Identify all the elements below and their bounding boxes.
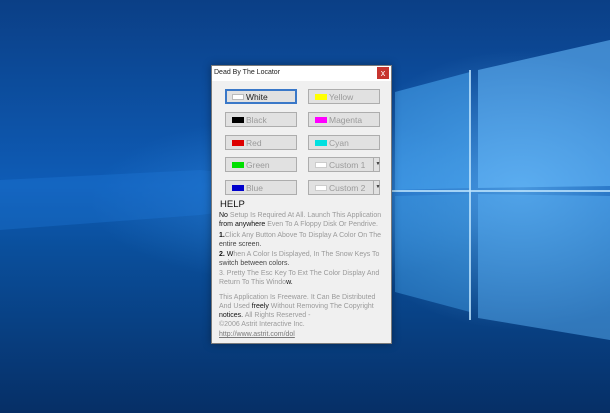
help-line-9: This Application Is Freeware. It Can Be … — [219, 293, 375, 302]
help-text: 2. — [219, 251, 225, 258]
white-swatch — [232, 94, 244, 100]
help-text: ©2006 Astrit Interactive Inc. — [219, 321, 305, 328]
white-button[interactable]: White — [225, 89, 297, 104]
help-text: Without Removing The Copyright — [270, 303, 374, 310]
help-line-10: And Used freely Without Removing The Cop… — [219, 302, 374, 311]
custom-1-swatch — [315, 162, 327, 168]
red-button[interactable]: Red — [225, 135, 297, 150]
help-text: Click Any Button Above To Display A Colo… — [224, 232, 382, 239]
help-text: entire screen. — [219, 241, 262, 248]
help-line-1: No Setup Is Required At All. Launch This… — [219, 211, 381, 220]
custom-2-swatch — [315, 185, 327, 191]
close-icon: x — [380, 68, 386, 78]
help-line-4: entire screen. — [219, 240, 261, 249]
help-text: from anywhere — [219, 221, 266, 228]
help-text: Even To A Floppy Disk Or Pendrive. — [267, 221, 379, 228]
red-label: Red — [246, 138, 262, 148]
yellow-button[interactable]: Yellow — [308, 89, 380, 104]
help-text: And Used — [219, 303, 250, 310]
app-window: Dead By The Locator x White Yellow Black… — [211, 65, 392, 344]
help-text: Return To This Windo — [219, 279, 287, 286]
black-swatch — [232, 117, 244, 123]
help-text: This Application Is Freeware. It Can Be … — [219, 294, 376, 301]
yellow-label: Yellow — [329, 92, 354, 102]
custom-2-dropdown-arrow-icon[interactable]: ▼ — [373, 181, 382, 194]
custom-2-label: Custom 2 — [329, 183, 366, 193]
help-line-2: from anywhere Even To A Floppy Disk Or P… — [219, 220, 378, 229]
help-text: No — [219, 212, 228, 219]
blue-button[interactable]: Blue — [225, 180, 297, 195]
blue-label: Blue — [246, 183, 264, 193]
help-line-6: switch between colors. — [219, 259, 289, 268]
help-title: HELP — [220, 199, 245, 210]
help-line-3: 1.Click Any Button Above To Display A Co… — [219, 231, 381, 240]
custom-1-label: Custom 1 — [329, 160, 366, 170]
help-text: All Rights Reserved - — [244, 312, 311, 319]
magenta-swatch — [315, 117, 327, 123]
help-line-8: Return To This Window. — [219, 278, 293, 287]
help-line-11: notices. All Rights Reserved - — [219, 311, 310, 320]
yellow-swatch — [315, 94, 327, 100]
black-button[interactable]: Black — [225, 112, 297, 127]
help-line-13: http://www.astrit.com/dol — [219, 330, 295, 339]
help-text: w. — [286, 279, 293, 286]
help-line-12: ©2006 Astrit Interactive Inc. — [219, 320, 305, 329]
help-line-5: 2. When A Color Is Displayed, In The Sno… — [219, 250, 379, 259]
white-label: White — [246, 92, 268, 102]
website-link[interactable]: http://www.astrit.com/dol — [219, 331, 295, 338]
magenta-button[interactable]: Magenta — [308, 112, 380, 127]
window-title: Dead By The Locator — [214, 69, 281, 76]
help-text: 3. Pretty The Esc Key To Ext The Color D… — [219, 270, 380, 277]
help-line-7: 3. Pretty The Esc Key To Ext The Color D… — [219, 269, 379, 278]
help-text: Setup Is Required At All. Launch This Ap… — [229, 212, 382, 219]
title-bar[interactable]: Dead By The Locator x — [212, 66, 391, 81]
custom-1-dropdown-arrow-icon[interactable]: ▼ — [373, 158, 382, 171]
green-label: Green — [246, 160, 270, 170]
cyan-swatch — [315, 140, 327, 146]
blue-swatch — [232, 185, 244, 191]
green-button[interactable]: Green — [225, 157, 297, 172]
cyan-button[interactable]: Cyan — [308, 135, 380, 150]
black-label: Black — [246, 115, 267, 125]
green-swatch — [232, 162, 244, 168]
help-text: switch between colors. — [219, 260, 290, 267]
help-text: notices. — [219, 312, 244, 319]
custom-2-button[interactable]: Custom 2 ▼ — [308, 180, 380, 195]
help-text: hen A Color Is Displayed, In The Snow Ke… — [233, 251, 380, 258]
magenta-label: Magenta — [329, 115, 363, 125]
help-text: freely — [251, 303, 269, 310]
cyan-label: Cyan — [329, 138, 349, 148]
red-swatch — [232, 140, 244, 146]
custom-1-button[interactable]: Custom 1 ▼ — [308, 157, 380, 172]
close-button[interactable]: x — [377, 67, 389, 79]
